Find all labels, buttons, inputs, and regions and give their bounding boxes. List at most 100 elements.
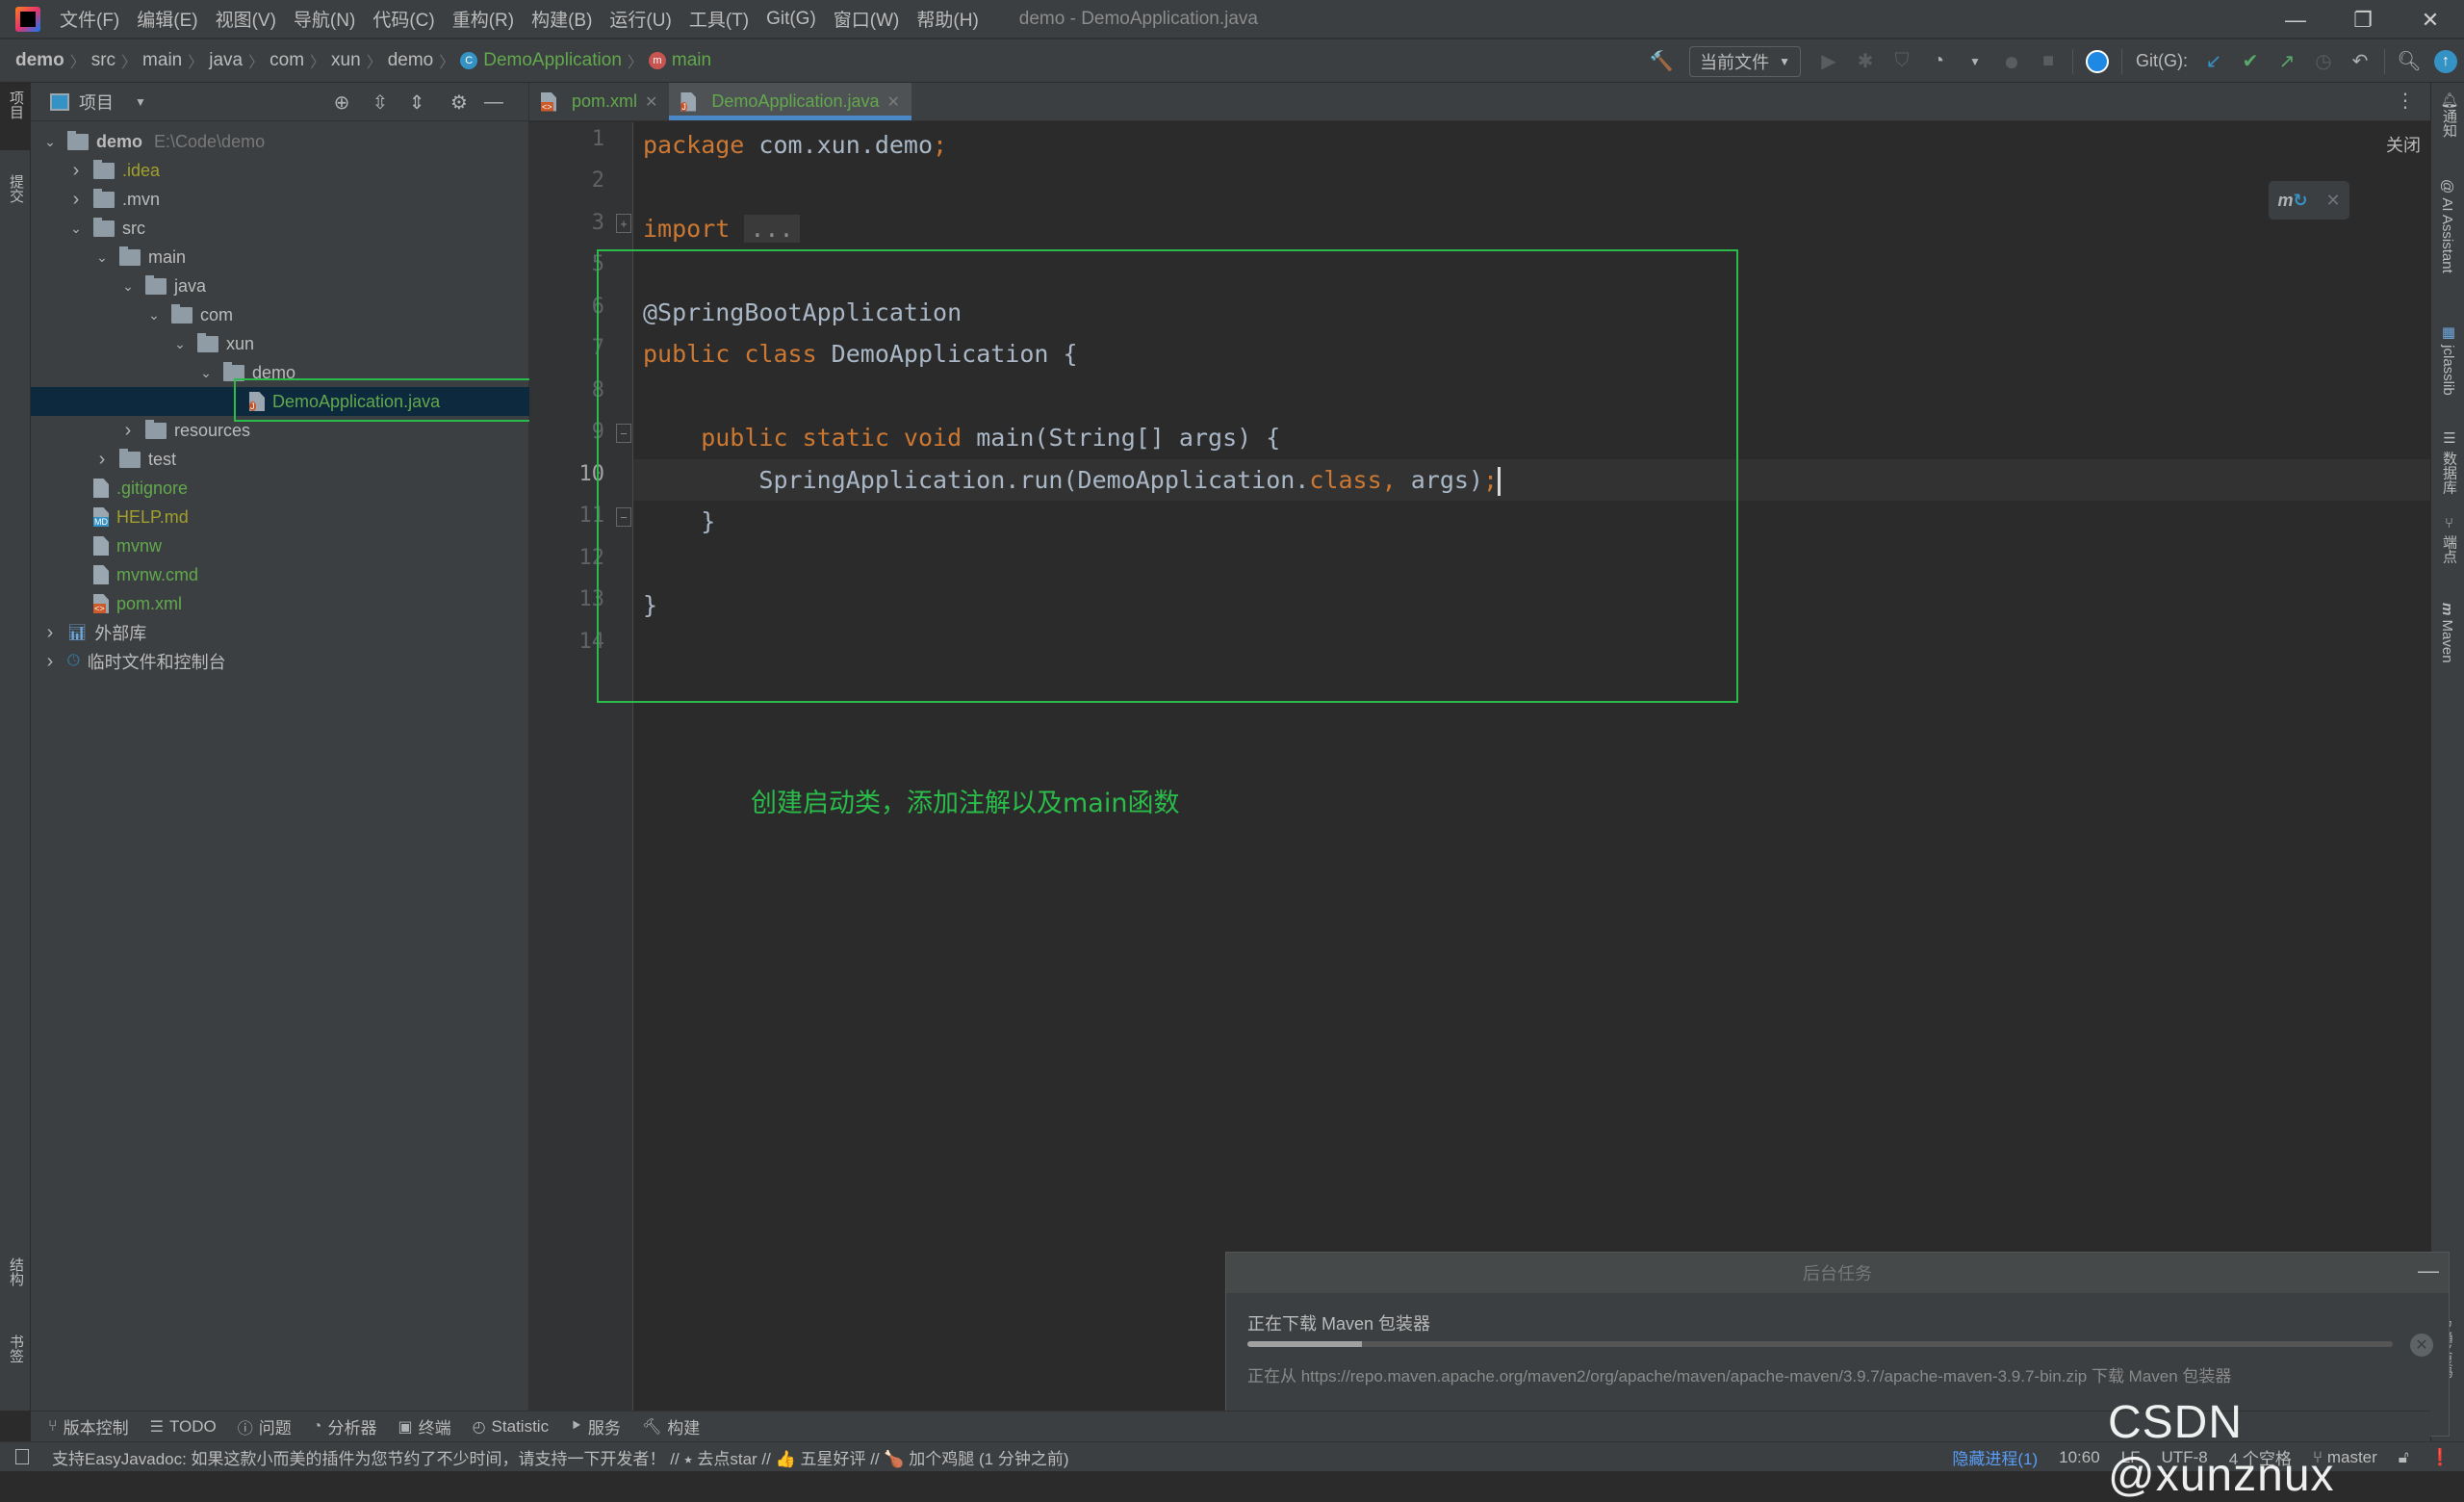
menu-build[interactable]: 构建(B) — [531, 6, 592, 32]
chevron-down-icon[interactable]: ⌄ — [42, 134, 58, 150]
run-icon[interactable]: ▶ — [1812, 45, 1845, 78]
tree-item[interactable]: <> pom.xml — [31, 589, 529, 618]
tool-statistic[interactable]: ◴ Statistic — [473, 1417, 550, 1437]
folded-imports[interactable]: ... — [744, 215, 800, 243]
tree-item[interactable]: MD HELP.md — [31, 503, 529, 531]
stripe-jclasslib[interactable]: ▦ jclasslib — [2439, 324, 2456, 396]
cancel-task-button[interactable]: ✕ — [2410, 1334, 2433, 1357]
toggle-tool-windows-icon[interactable] — [15, 1449, 29, 1464]
git-push-icon[interactable]: ↗ — [2271, 45, 2303, 78]
hide-icon[interactable]: — — [481, 90, 506, 115]
tool-problems[interactable]: ⓘ 问题 — [238, 1414, 292, 1438]
git-update-icon[interactable]: ↙ — [2197, 45, 2230, 78]
stripe-notifications[interactable]: 🔔︎通知 — [2439, 91, 2459, 138]
collapse-all-icon[interactable]: ⇕ — [404, 90, 429, 115]
close-icon[interactable]: ✕ — [645, 92, 657, 112]
chevron-right-icon[interactable]: › — [42, 622, 58, 644]
stripe-database[interactable]: ☰ 数据库 — [2439, 429, 2459, 494]
chevron-right-icon[interactable]: › — [120, 420, 136, 442]
chevron-right-icon[interactable]: › — [68, 189, 84, 211]
profile-icon[interactable]: ◔ — [1922, 45, 1955, 78]
stripe-structure[interactable]: 结构 — [6, 1257, 26, 1286]
chevron-down-icon[interactable]: ▼ — [1959, 45, 1991, 78]
crumb-xun[interactable]: xun — [331, 50, 361, 71]
chevron-down-icon[interactable]: ⌄ — [120, 278, 136, 295]
crumb-class[interactable]: DemoApplication — [483, 50, 622, 71]
tree-item[interactable]: › test — [31, 445, 529, 474]
tree-item[interactable]: mvnw — [31, 531, 529, 560]
tree-item[interactable]: ⌄ main — [31, 243, 529, 272]
tree-item[interactable]: › 🕓︎ 临时文件和控制台 — [31, 647, 529, 676]
gear-icon[interactable]: ⚙ — [447, 90, 472, 115]
tool-build[interactable]: 🔨︎ 构建 — [642, 1414, 700, 1438]
rollback-icon[interactable]: ↶ — [2344, 45, 2376, 78]
minimize-button[interactable]: — — [2262, 0, 2329, 39]
git-commit-icon[interactable]: ✔ — [2234, 45, 2267, 78]
crumb-src[interactable]: src — [91, 50, 116, 71]
statistic-gauge-icon[interactable] — [2081, 45, 2114, 78]
stripe-project[interactable]: 项目 — [6, 91, 26, 119]
stripe-endpoints[interactable]: ⑂ 端点 — [2439, 516, 2459, 563]
menu-help[interactable]: 帮助(H) — [916, 6, 978, 32]
close-icon[interactable]: ✕ — [887, 92, 900, 112]
fold-expand-icon[interactable]: + — [616, 214, 631, 233]
tree-item[interactable]: ⌄ src — [31, 214, 529, 243]
tree-item[interactable]: ⌄ java — [31, 272, 529, 300]
git-history-icon[interactable]: ◷ — [2307, 45, 2340, 78]
stripe-maven[interactable]: m Maven — [2439, 603, 2455, 663]
more-options-icon[interactable]: ⋮ — [2396, 89, 2415, 113]
close-window-button[interactable]: ✕ — [2397, 0, 2464, 39]
menu-edit[interactable]: 编辑(E) — [137, 6, 197, 32]
search-icon[interactable]: 🔍︎ — [2393, 45, 2426, 78]
menu-view[interactable]: 视图(V) — [216, 6, 276, 32]
tree-item[interactable]: › .mvn — [31, 185, 529, 214]
tree-item[interactable]: .gitignore — [31, 474, 529, 503]
menu-tools[interactable]: 工具(T) — [689, 6, 749, 32]
chevron-down-icon[interactable]: ⌄ — [198, 365, 214, 381]
tool-version-control[interactable]: ⑂ 版本控制 — [48, 1414, 129, 1438]
chevron-right-icon[interactable]: › — [68, 160, 84, 182]
tool-profiler[interactable]: ◔ 分析器 — [313, 1414, 377, 1438]
menu-refactor[interactable]: 重构(R) — [452, 6, 514, 32]
stripe-commit[interactable]: 提交 — [6, 174, 26, 203]
tool-todo[interactable]: ☰ TODO — [150, 1417, 217, 1437]
line-number[interactable]: 2 — [566, 168, 604, 193]
close-icon[interactable]: ✕ — [2325, 191, 2340, 211]
expand-all-icon[interactable]: ⇳ — [368, 90, 393, 115]
tool-terminal[interactable]: ▣ 终端 — [398, 1414, 450, 1438]
menu-file[interactable]: 文件(F) — [60, 6, 119, 32]
restore-button[interactable]: ❐ — [2329, 0, 2397, 39]
chevron-down-icon[interactable]: ⌄ — [94, 249, 110, 266]
tree-item[interactable]: ⌄ com — [31, 300, 529, 329]
tree-item[interactable]: ⌄ demo E:\Code\demo — [31, 127, 529, 156]
update-icon[interactable]: ↑ — [2429, 45, 2462, 78]
caret-position[interactable]: 10:60 — [2059, 1448, 2100, 1467]
run-config-select[interactable]: 当前文件 ▼ — [1689, 45, 1801, 77]
project-title[interactable]: 项目 — [79, 90, 114, 115]
chevron-down-icon[interactable]: ⌄ — [146, 307, 162, 324]
menu-git[interactable]: Git(G) — [766, 9, 816, 30]
coverage-icon[interactable]: ⛉ — [1886, 45, 1918, 78]
crumb-method[interactable]: main — [672, 50, 711, 71]
menu-run[interactable]: 运行(U) — [609, 6, 671, 32]
menu-code[interactable]: 代码(C) — [372, 6, 434, 32]
crumb-com[interactable]: com — [270, 50, 304, 71]
maven-reload-icon[interactable]: m↻ — [2277, 191, 2307, 211]
menu-navigate[interactable]: 导航(N) — [294, 6, 355, 32]
build-hammer-icon[interactable]: 🔨 — [1645, 45, 1678, 78]
tree-item[interactable]: mvnw.cmd — [31, 560, 529, 589]
chevron-right-icon[interactable]: › — [94, 449, 110, 471]
crumb-java[interactable]: java — [209, 50, 243, 71]
tab-demoapplication-java[interactable]: J DemoApplication.java ✕ — [669, 83, 911, 120]
chevron-down-icon[interactable]: ▼ — [135, 95, 146, 109]
crumb-demo-pkg[interactable]: demo — [388, 50, 434, 71]
tab-pom-xml[interactable]: <> pom.xml ✕ — [529, 83, 669, 120]
locate-file-icon[interactable]: ⊕ — [329, 90, 354, 115]
tree-item[interactable]: › .idea — [31, 156, 529, 185]
record-icon[interactable]: ● — [1995, 45, 2028, 78]
chevron-right-icon[interactable]: › — [42, 651, 58, 673]
status-message[interactable]: 支持EasyJavadoc: 如果这款小而美的插件为您节约了不少时间，请支持一下… — [52, 1445, 1068, 1469]
stop-icon[interactable]: ■ — [2032, 45, 2065, 78]
line-number[interactable]: 1 — [566, 127, 604, 151]
hidden-processes-link[interactable]: 隐藏进程(1) — [1952, 1445, 2038, 1469]
